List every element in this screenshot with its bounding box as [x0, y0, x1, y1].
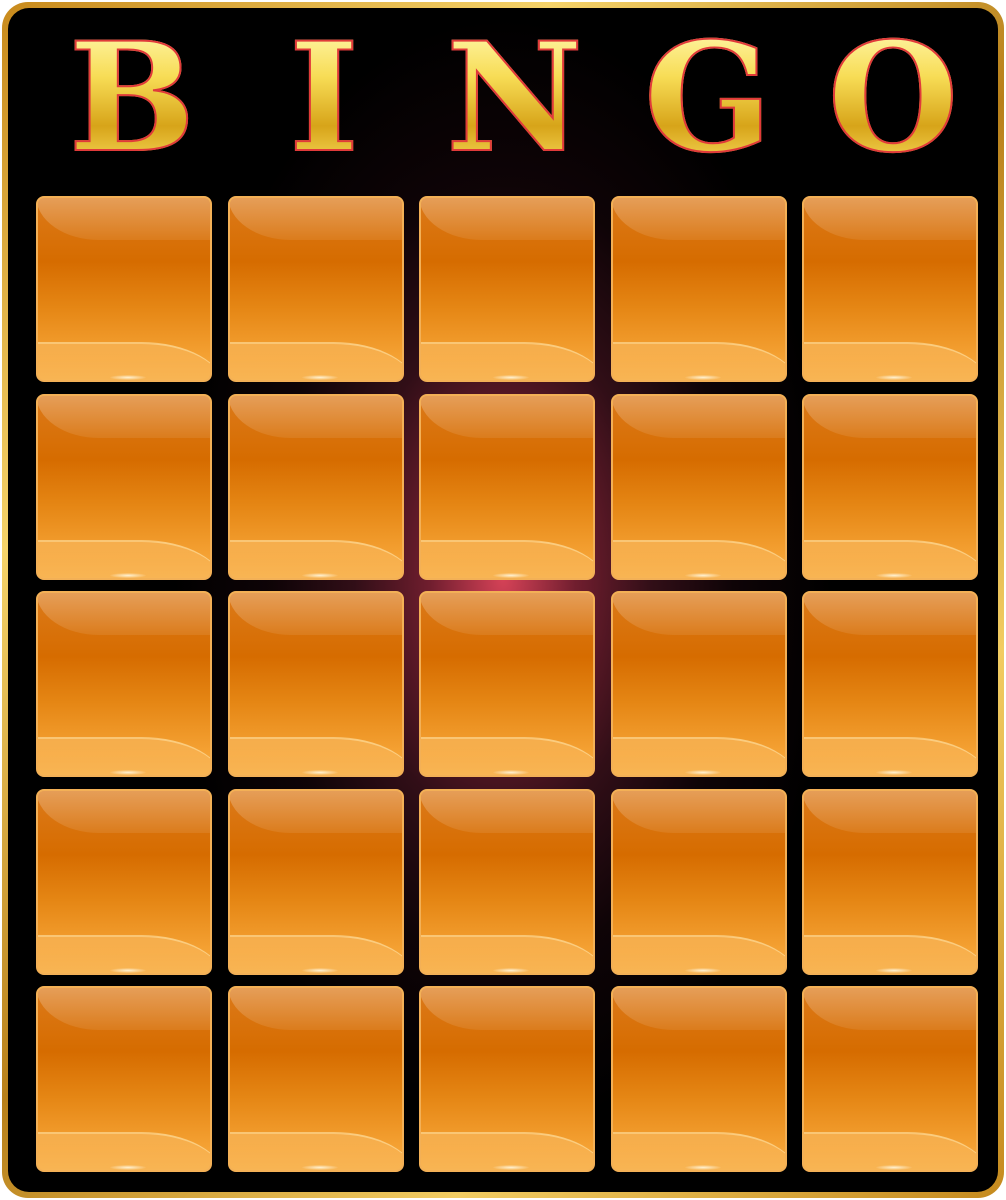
bingo-cell-shine	[493, 770, 529, 775]
bingo-cell-r5-c2[interactable]	[227, 986, 404, 1172]
bingo-cell-r5-c3[interactable]	[419, 986, 595, 1172]
bingo-cell-shine	[876, 1165, 912, 1170]
bingo-cell-shine	[110, 770, 146, 775]
bingo-cell-r5-c5[interactable]	[802, 986, 978, 1172]
bingo-grid	[36, 196, 978, 1172]
bingo-cell-shine	[876, 572, 912, 578]
bingo-cell-shine	[684, 967, 721, 973]
bingo-cell-r3-c4[interactable]	[610, 591, 787, 777]
bingo-cell-r1-c2[interactable]	[227, 196, 404, 382]
bingo-cell-r1-c4[interactable]	[610, 196, 787, 382]
bingo-cell-shine	[493, 572, 529, 578]
bingo-cell-shine	[684, 375, 721, 380]
bingo-cell-r2-c1[interactable]	[36, 393, 212, 580]
bingo-cell-shine	[110, 572, 146, 578]
bingo-cell-r1-c1[interactable]	[36, 196, 212, 382]
bingo-cell-r3-c1[interactable]	[36, 591, 212, 777]
bingo-cell-shine	[110, 375, 146, 380]
bingo-cell-r3-c5[interactable]	[802, 591, 978, 777]
bingo-cell-r1-c5[interactable]	[802, 196, 978, 382]
bingo-cell-shine	[301, 770, 338, 775]
title-letter-i: I	[256, 22, 392, 174]
bingo-cell-shine	[876, 770, 912, 775]
bingo-cell-shine	[876, 375, 912, 380]
bingo-cell-r4-c2[interactable]	[227, 788, 404, 975]
bingo-cell-r5-c4[interactable]	[610, 986, 787, 1172]
bingo-cell-shine	[493, 1165, 529, 1170]
bingo-cell-shine	[876, 967, 912, 973]
bingo-cell-shine	[301, 375, 338, 380]
bingo-cell-shine	[684, 572, 721, 578]
title-letter-o: O	[820, 22, 966, 174]
bingo-cell-shine	[493, 375, 529, 380]
bingo-cell-shine	[684, 1165, 721, 1170]
bingo-cell-r4-c1[interactable]	[36, 788, 212, 975]
title-letter-b: B	[64, 22, 200, 174]
bingo-cell-r4-c5[interactable]	[802, 788, 978, 975]
bingo-cell-r3-c2[interactable]	[227, 591, 404, 777]
bingo-cell-r3-c3[interactable]	[419, 591, 595, 777]
bingo-cell-shine	[684, 770, 721, 775]
bingo-cell-shine	[301, 572, 338, 578]
bingo-cell-r2-c2[interactable]	[227, 393, 404, 580]
bingo-cell-shine	[301, 967, 338, 973]
bingo-card: B I N G O	[2, 2, 1004, 1198]
bingo-cell-r2-c5[interactable]	[802, 393, 978, 580]
title-letter-n: N	[445, 10, 584, 186]
title-letter-g: G	[638, 22, 778, 174]
bingo-cell-shine	[493, 967, 529, 973]
bingo-cell-shine	[110, 1165, 146, 1170]
bingo-cell-r1-c3[interactable]	[419, 196, 595, 382]
bingo-cell-r4-c3[interactable]	[419, 788, 595, 975]
bingo-cell-r5-c1[interactable]	[36, 986, 212, 1172]
bingo-cell-r4-c4[interactable]	[610, 788, 787, 975]
bingo-cell-r2-c3[interactable]	[419, 393, 595, 580]
bingo-cell-r2-c4[interactable]	[610, 393, 787, 580]
bingo-card-background: B I N G O	[8, 8, 998, 1192]
bingo-cell-shine	[301, 1165, 338, 1170]
bingo-title: B I N G O	[8, 10, 998, 186]
bingo-cell-shine	[110, 967, 146, 973]
